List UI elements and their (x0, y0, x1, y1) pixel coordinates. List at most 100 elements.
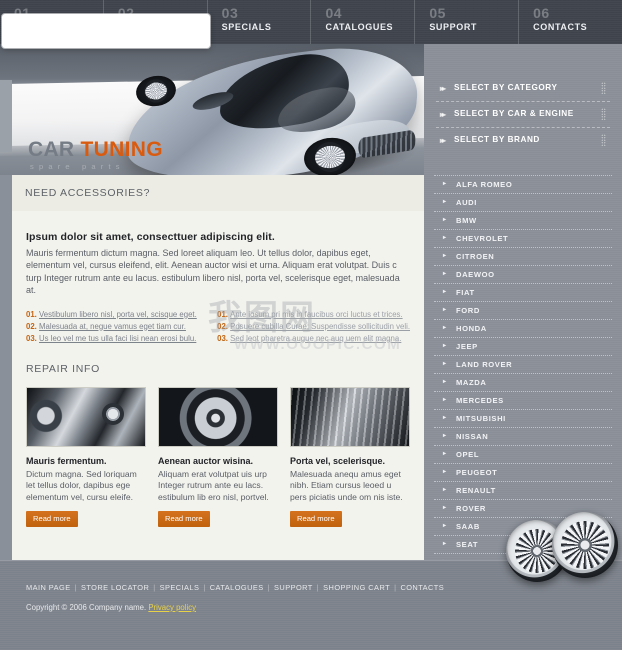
selector-label: SELECT BY BRAND (454, 135, 540, 144)
logo-tagline: spare parts (30, 162, 125, 171)
read-more-button[interactable]: Read more (290, 511, 342, 528)
logo-word-tuning: TUNING (80, 138, 163, 161)
brand-label: DAEWOO (456, 270, 495, 279)
repair-card-2: Aenean auctor wisina. Aliquam erat volut… (158, 386, 278, 528)
chevron-right-icon: ▸ (443, 325, 447, 331)
numbered-link-row[interactable]: 02. Malesuada at, negue vamus eget tiam … (26, 321, 201, 332)
footer-link[interactable]: SPECIALS (160, 583, 200, 592)
footer-separator: | (394, 583, 397, 592)
footer-link[interactable]: SHOPPING CART (323, 583, 390, 592)
card-title: Porta vel, scelerisque. (290, 455, 386, 466)
link-text[interactable]: Ante iosum pri mis in faucibus orci luct… (230, 310, 402, 319)
brand-item[interactable]: ▸ AUDI (434, 194, 612, 212)
chevron-right-icon: ▸ (443, 181, 447, 187)
main-content: NEED ACCESSORIES? Ipsum dolor sit amet, … (12, 175, 424, 560)
card-image-tyre (290, 386, 410, 447)
link-text[interactable]: Vestibulum libero nisl, porta vel, scisq… (39, 310, 197, 319)
footer-link[interactable]: CONTACTS (400, 583, 444, 592)
brand-label: JEEP (456, 342, 478, 351)
link-column-right: 01. Ante iosum pri mis in faucibus orci … (217, 309, 410, 345)
privacy-policy-link[interactable]: Privacy policy (148, 603, 196, 612)
read-more-button[interactable]: Read more (26, 511, 78, 528)
nav-label: CATALOGUES (325, 22, 394, 32)
nav-item-support[interactable]: 05 SUPPORT (414, 0, 518, 44)
dots-icon (601, 82, 606, 95)
repair-card-1: Mauris fermentum. Dictum magna. Sed lori… (26, 386, 146, 528)
chevron-right-icon: ▸ (443, 253, 447, 259)
copyright-text: Copyright © 2006 Company name. (26, 603, 147, 612)
brand-label: SAAB (456, 522, 480, 531)
brand-item[interactable]: ▸ NISSAN (434, 428, 612, 446)
brand-label: MERCEDES (456, 396, 504, 405)
nav-label: SPECIALS (221, 22, 272, 32)
brand-item[interactable]: ▸ PEUGEOT (434, 464, 612, 482)
brand-label: MAZDA (456, 378, 487, 387)
link-text[interactable]: Us leo vel me tus ulla faci lisi nean er… (39, 334, 196, 343)
footer-separator: | (203, 583, 206, 592)
hero-left-bar (0, 80, 12, 152)
numbered-link-row[interactable]: 01. Ante iosum pri mis in faucibus orci … (217, 309, 410, 320)
accessories-title: NEED ACCESSORIES? (25, 187, 151, 199)
brand-label: FIAT (456, 288, 475, 297)
nav-number: 03 (221, 5, 239, 21)
article-body: Mauris fermentum dictum magna. Sed loree… (26, 248, 400, 296)
selector-group: ▸▸ SELECT BY CATEGORY ▸▸ SELECT BY CAR &… (424, 44, 622, 159)
brand-item[interactable]: ▸ CITROEN (434, 248, 612, 266)
nav-number: 05 (429, 5, 446, 21)
brand-item[interactable]: ▸ LAND ROVER (434, 356, 612, 374)
link-text[interactable]: Posuere cubilla Curae; Suspendisse solli… (230, 322, 410, 331)
repair-card-3: Porta vel, scelerisque. Malesuada anequ … (290, 386, 410, 528)
brand-label: CHEVROLET (456, 234, 509, 243)
footer-link[interactable]: SUPPORT (274, 583, 313, 592)
brand-label: ROVER (456, 504, 487, 513)
chevron-right-icon: ▸ (443, 361, 447, 367)
link-text[interactable]: Sed leot pharetra augue nec auq uem elit… (230, 334, 401, 343)
brand-item[interactable]: ▸ CHEVROLET (434, 230, 612, 248)
nav-number: 04 (325, 5, 343, 21)
read-more-button[interactable]: Read more (158, 511, 210, 528)
brand-item[interactable]: ▸ RENAULT (434, 482, 612, 500)
brand-item[interactable]: ▸ BMW (434, 212, 612, 230)
brand-item[interactable]: ▸ FORD (434, 302, 612, 320)
numbered-link-row[interactable]: 03. Sed leot pharetra augue nec auq uem … (217, 333, 410, 344)
link-number: 01. (217, 309, 231, 319)
brand-item[interactable]: ▸ MITSUBISHI (434, 410, 612, 428)
brand-label: OPEL (456, 450, 480, 459)
numbered-link-row[interactable]: 02. Posuere cubilla Curae; Suspendisse s… (217, 321, 410, 332)
nav-item-specials[interactable]: 03 SPECIALS (206, 0, 311, 44)
brand-label: MITSUBISHI (456, 414, 506, 423)
numbered-link-row[interactable]: 03. Us leo vel me tus ulla faci lisi nea… (26, 333, 201, 344)
chevron-right-icon: ▸ (443, 271, 447, 277)
nav-item-catalogues[interactable]: 04 CATALOGUES (310, 0, 414, 44)
selector-by-brand[interactable]: ▸▸ SELECT BY BRAND (436, 128, 610, 153)
footer-link[interactable]: MAIN PAGE (26, 583, 71, 592)
nav-label: SUPPORT (429, 22, 478, 32)
link-column-left: 01. Vestibulum libero nisl, porta vel, s… (26, 309, 201, 345)
site-logo[interactable]: CAR TUNING spare parts (28, 139, 163, 172)
selector-by-car-engine[interactable]: ▸▸ SELECT BY CAR & ENGINE (436, 102, 610, 128)
article-block: Ipsum dolor sit amet, consecttuer adipis… (12, 211, 424, 297)
page-root: 01 02 03 SPECIALS 04 CATALOGUES 05 SUPPO… (0, 0, 622, 650)
card-body: Aliquam erat volutpat uis urp Integer ru… (158, 468, 269, 502)
brand-item[interactable]: ▸ HONDA (434, 320, 612, 338)
brand-label: PEUGEOT (456, 468, 498, 477)
numbered-link-row[interactable]: 01. Vestibulum libero nisl, porta vel, s… (26, 309, 201, 320)
chevron-right-icon: ▸▸ (440, 110, 446, 119)
brand-item[interactable]: ▸ OPEL (434, 446, 612, 464)
chevron-right-icon: ▸ (443, 469, 447, 475)
brand-item[interactable]: ▸ ALFA ROMEO (434, 176, 612, 194)
footer-link[interactable]: CATALOGUES (210, 583, 264, 592)
brand-item[interactable]: ▸ JEEP (434, 338, 612, 356)
alloy-wheels-graphic (500, 500, 622, 590)
brand-item[interactable]: ▸ MAZDA (434, 374, 612, 392)
brand-item[interactable]: ▸ MERCEDES (434, 392, 612, 410)
nav-item-contacts[interactable]: 06 CONTACTS (518, 0, 622, 44)
brand-item[interactable]: ▸ FIAT (434, 284, 612, 302)
footer-link[interactable]: STORE LOCATOR (81, 583, 149, 592)
link-text[interactable]: Malesuada at, negue vamus eget tiam cur. (39, 322, 186, 331)
selector-by-category[interactable]: ▸▸ SELECT BY CATEGORY (436, 76, 610, 102)
card-title: Mauris fermentum. (26, 455, 107, 466)
footer-separator: | (153, 583, 156, 592)
copyright-line: Copyright © 2006 Company name. Privacy p… (0, 592, 622, 612)
brand-item[interactable]: ▸ DAEWOO (434, 266, 612, 284)
